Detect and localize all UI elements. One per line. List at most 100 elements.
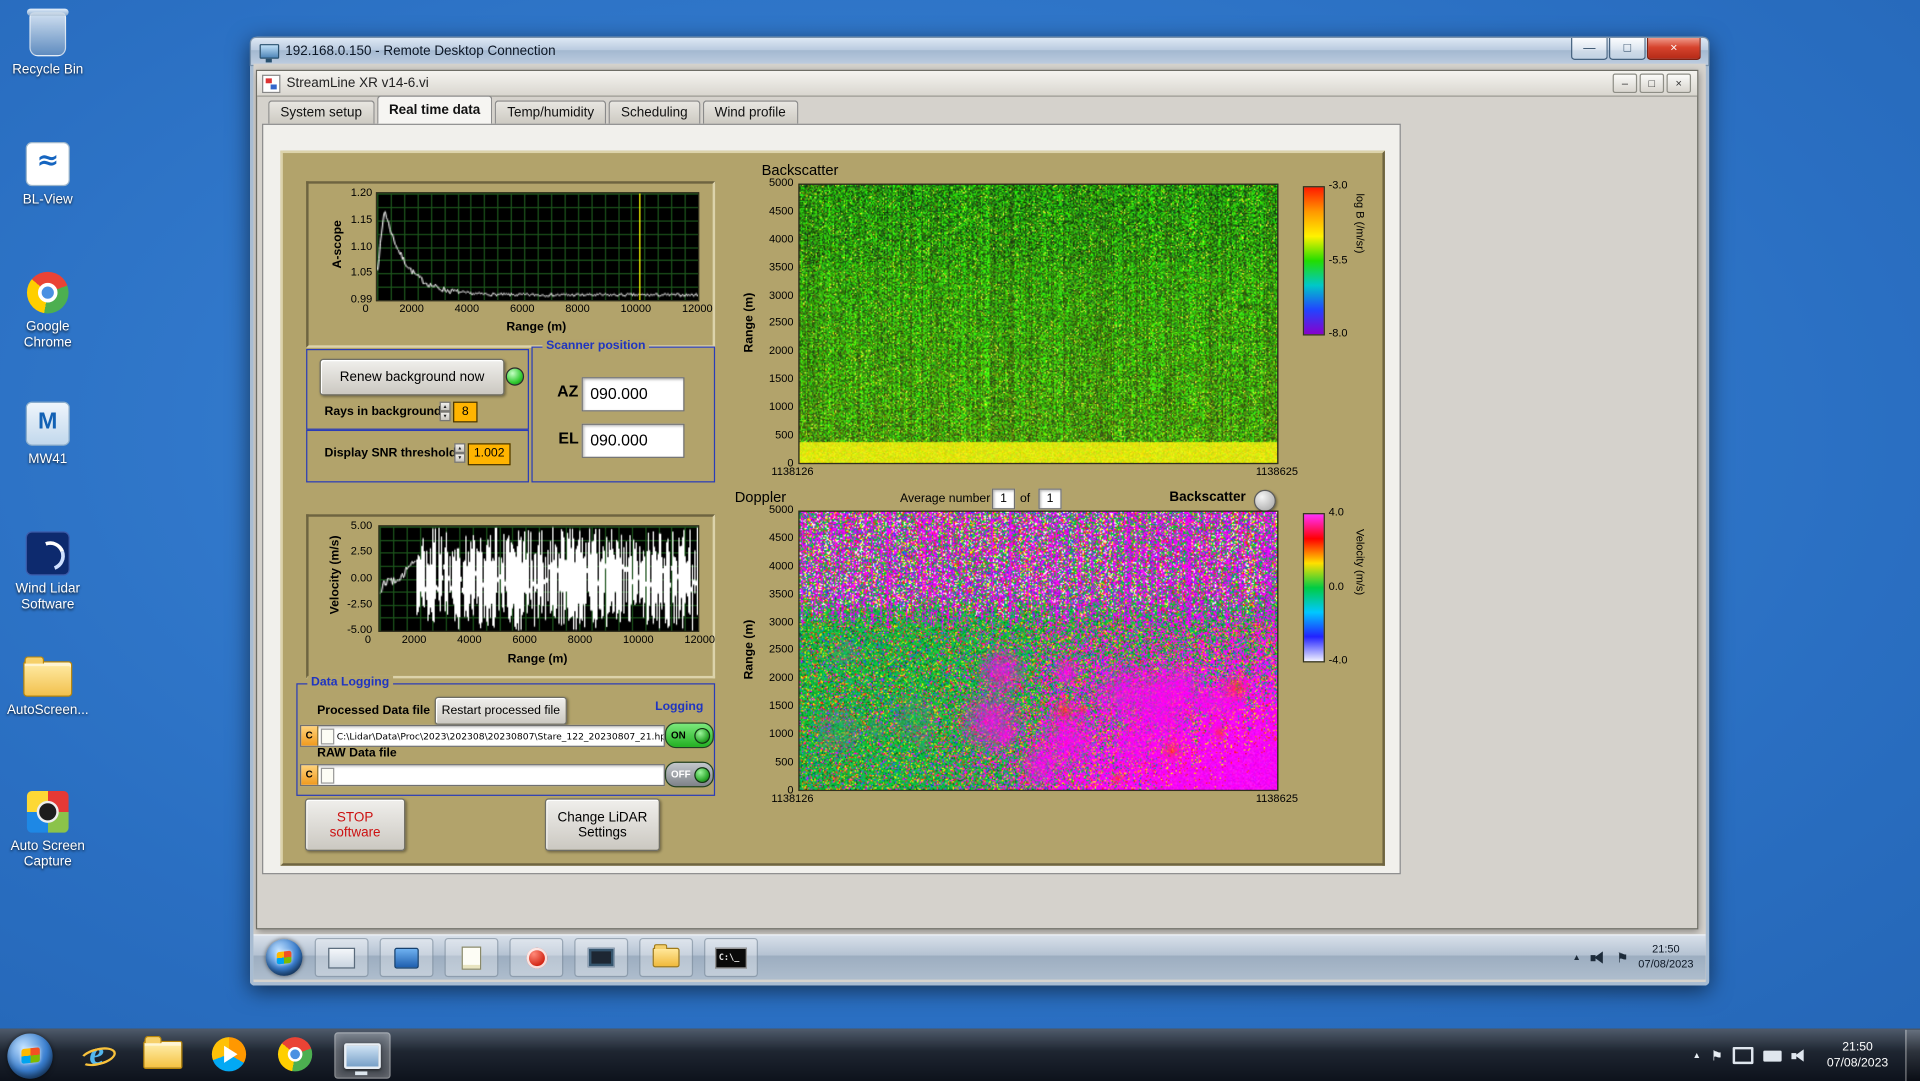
stop-software-button[interactable]: STOP software <box>305 798 405 851</box>
tick-label: 3500 <box>769 587 794 599</box>
snr-spinner[interactable]: ▲▼ <box>454 443 465 461</box>
desktop-icon-autoscreen-folder[interactable]: AutoScreen... <box>7 656 89 783</box>
display-icon[interactable] <box>1733 1047 1754 1064</box>
tick-label: 5000 <box>769 176 794 188</box>
ascope-x-ticks: 020004000600080001000012000 <box>362 302 712 314</box>
document-app-icon <box>462 946 482 969</box>
close-button[interactable]: × <box>1647 38 1701 60</box>
desktop-icon-bl-view[interactable]: BL-View <box>23 137 73 264</box>
network-app-button[interactable] <box>380 938 434 977</box>
raw-logging-toggle[interactable]: OFF <box>665 762 714 788</box>
tick-label: 500 <box>775 429 793 441</box>
chevron-up-icon[interactable] <box>1572 953 1580 962</box>
tab-wind-profile[interactable]: Wind profile <box>702 100 798 123</box>
raw-path-input[interactable]: C <box>300 764 665 786</box>
desktop-icon-wind-lidar[interactable]: Wind Lidar Software <box>2 527 93 654</box>
renew-background-button[interactable]: Renew background now <box>320 359 505 396</box>
taskbar-buttons <box>70 1032 391 1079</box>
desktop-icon-recycle-bin[interactable]: Recycle Bin <box>12 7 83 134</box>
minimize-button[interactable]: – <box>1613 73 1637 93</box>
main-panel: A-scope 1.201.151.101.050.99 02000400060… <box>280 151 1384 866</box>
chrome-button[interactable] <box>268 1032 322 1076</box>
show-desktop-button[interactable] <box>1905 1030 1920 1081</box>
windows-explorer-button[interactable] <box>136 1032 190 1076</box>
tick-label: 10000 <box>623 633 654 645</box>
keyboard-icon[interactable] <box>1763 1050 1781 1061</box>
maximize-button[interactable]: □ <box>1609 38 1646 60</box>
stop-label-line2: software <box>330 825 381 840</box>
processed-data-file-label: Processed Data file <box>317 704 430 717</box>
desktop-icon-auto-screen-capture[interactable]: Auto Screen Capture <box>2 786 93 913</box>
restart-processed-file-button[interactable]: Restart processed file <box>435 697 567 725</box>
app-caption-buttons: – □ × <box>1613 73 1691 93</box>
media-player-button[interactable] <box>202 1032 256 1076</box>
chevron-up-icon[interactable] <box>1692 1051 1700 1060</box>
tick-label: 5000 <box>769 503 794 515</box>
change-lidar-settings-button[interactable]: Change LiDAR Settings <box>545 798 660 851</box>
desktop-icon-mw41[interactable]: MW41 <box>26 397 70 524</box>
tab-scheduling[interactable]: Scheduling <box>609 100 700 123</box>
tick-label: 0 <box>365 633 371 645</box>
clock-time: 21:50 <box>1817 1040 1898 1056</box>
backscatter-toggle-label: Backscatter <box>1169 490 1245 505</box>
tick-label: 2000 <box>769 345 794 357</box>
el-input[interactable]: 090.000 <box>582 424 685 458</box>
volume-icon[interactable] <box>1791 1048 1807 1063</box>
desktop-icon-google-chrome[interactable]: Google Chrome <box>2 267 93 394</box>
taskbar-clock[interactable]: 21:50 07/08/2023 <box>1817 1040 1898 1072</box>
backscatter-y-ticks: 5000450040003500300025002000150010005000 <box>752 176 794 469</box>
tab-system-setup[interactable]: System setup <box>268 100 374 123</box>
az-input[interactable]: 090.000 <box>582 377 685 411</box>
start-button[interactable] <box>7 1033 52 1078</box>
desktop: Recycle BinBL-ViewGoogle ChromeMW41Wind … <box>0 0 1920 1080</box>
tick-label: 8000 <box>568 633 593 645</box>
tick-label: 1.10 <box>351 239 372 251</box>
tick-label: 2500 <box>769 316 794 328</box>
power-app-button[interactable] <box>509 938 563 977</box>
snr-value[interactable]: 1.002 <box>468 443 511 465</box>
app-window-title: StreamLine XR v14-6.vi <box>287 76 429 91</box>
processed-logging-toggle[interactable]: ON <box>665 722 714 748</box>
screen-capture-app-button[interactable] <box>574 938 628 977</box>
desktop-icon-column: Recycle BinBL-ViewGoogle ChromeMW41Wind … <box>0 7 96 913</box>
remote-desktop-button[interactable] <box>334 1032 390 1079</box>
tick-label: 2000 <box>402 633 427 645</box>
tab-temp-humidity[interactable]: Temp/humidity <box>495 100 606 123</box>
restore-button[interactable]: □ <box>1640 73 1664 93</box>
rdp-titlebar[interactable]: 192.168.0.150 - Remote Desktop Connectio… <box>250 37 1710 66</box>
rays-value[interactable]: 8 <box>453 402 477 423</box>
internet-explorer-button[interactable] <box>70 1032 124 1076</box>
app-window-button[interactable] <box>315 938 369 977</box>
tick-label: -8.0 <box>1329 327 1366 339</box>
flag-icon[interactable] <box>1616 950 1628 966</box>
close-button[interactable]: × <box>1667 73 1691 93</box>
flag-icon[interactable] <box>1711 1048 1723 1064</box>
folder-button[interactable] <box>639 938 693 977</box>
app-titlebar[interactable]: StreamLine XR v14-6.vi – □ × <box>257 71 1697 97</box>
internet-explorer-icon <box>78 1036 115 1073</box>
tick-label: 500 <box>775 756 793 768</box>
remote-clock[interactable]: 21:50 07/08/2023 <box>1638 943 1693 972</box>
average-number-input[interactable]: 1 <box>992 489 1015 510</box>
restart-processed-file-label: Restart processed file <box>442 704 560 717</box>
processed-path-input[interactable]: C C:\Lidar\Data\Proc\2023\202308\2023080… <box>300 725 665 747</box>
desktop-icon-label: Auto Screen Capture <box>2 839 93 870</box>
minimize-button[interactable]: — <box>1571 38 1608 60</box>
command-prompt-button[interactable] <box>704 938 758 977</box>
toggle-led <box>694 767 710 783</box>
rays-spinner[interactable]: ▲▼ <box>440 402 451 420</box>
tick-label: 4000 <box>457 633 482 645</box>
document-app-button[interactable] <box>444 938 498 977</box>
tick-label: 2.50 <box>351 545 372 557</box>
stop-label-line1: STOP <box>337 810 373 825</box>
ascope-x-axis-label: Range (m) <box>376 321 697 334</box>
tab-real-time-data[interactable]: Real time data <box>377 96 493 124</box>
tick-label: 12000 <box>682 302 713 314</box>
backscatter-display-toggle[interactable] <box>1254 490 1276 512</box>
snr-threshold-group: Display SNR threshold ▲▼ 1.002 <box>306 430 529 483</box>
tick-label: 6000 <box>512 633 537 645</box>
average-count-value[interactable]: 1 <box>1038 489 1061 510</box>
start-button[interactable] <box>266 939 303 976</box>
volume-icon[interactable] <box>1591 950 1607 965</box>
change-settings-line1: Change LiDAR <box>558 810 648 825</box>
